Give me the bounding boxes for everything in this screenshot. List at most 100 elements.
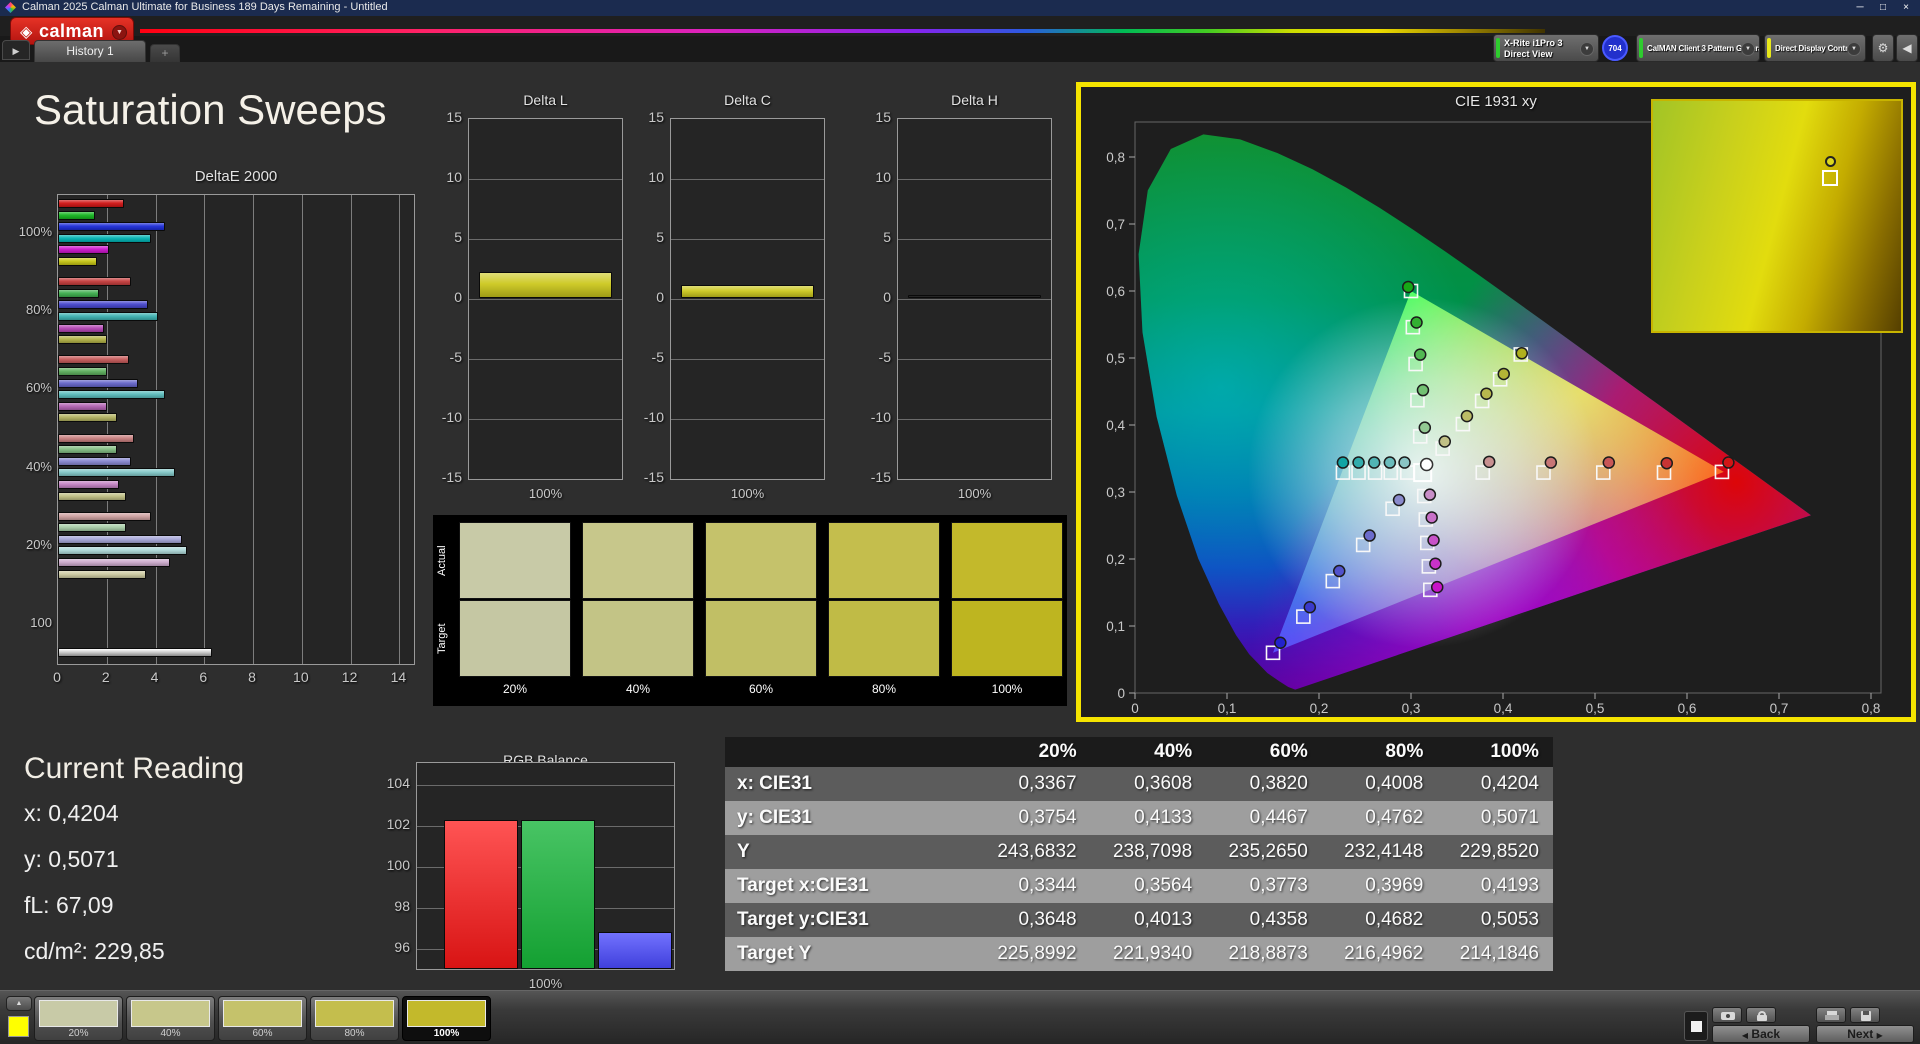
cie-measured-green-2 xyxy=(1417,385,1428,396)
pattern-button-20%[interactable]: 20% xyxy=(34,996,123,1041)
rgb-y-tick: 96 xyxy=(368,939,410,955)
stop-button[interactable] xyxy=(1684,1011,1708,1041)
table-cell: 216,4962 xyxy=(1322,937,1438,971)
tab-strip xyxy=(0,36,1920,62)
deltae-bar-100%-3 xyxy=(58,234,151,243)
rgb-y-tick: 104 xyxy=(368,775,410,791)
deltae-gridline xyxy=(107,195,108,664)
table-cell: 0,4008 xyxy=(1322,767,1438,801)
pattern-label: 20% xyxy=(35,1028,122,1039)
close-button[interactable]: × xyxy=(1895,0,1917,15)
deltae-bar-80%-4 xyxy=(58,324,104,333)
meter-mode: Direct View xyxy=(1504,49,1552,59)
lock-button[interactable] xyxy=(1746,1007,1776,1023)
table-cell: 0,4358 xyxy=(1206,903,1322,937)
cie-x-tick: 0,1 xyxy=(1218,701,1237,716)
cie-measured-magenta-4 xyxy=(1430,558,1441,569)
delta-gridline xyxy=(898,179,1051,180)
current-reading-line-1: y: 0,5071 xyxy=(24,846,119,873)
delta-chart-title: Delta C xyxy=(670,92,825,108)
source-selector[interactable]: CalMAN Client 3 Pattern Generator ▼ xyxy=(1636,34,1760,62)
table-cell: 0,5071 xyxy=(1437,801,1553,835)
delta-y-tick: -15 xyxy=(855,469,891,485)
delta-y-tick: 0 xyxy=(426,289,462,305)
deltae-bar-40%-4 xyxy=(58,480,119,489)
current-reading-line-0: x: 0,4204 xyxy=(24,800,119,827)
deltae-x-tick: 4 xyxy=(145,669,165,685)
display-control-selector[interactable]: Direct Display Control ▼ xyxy=(1764,34,1866,62)
cie-measured-blue-5 xyxy=(1275,637,1286,648)
comparator-actual-swatch-100% xyxy=(951,522,1063,599)
delta-gridline xyxy=(671,239,824,240)
print-button[interactable] xyxy=(1816,1007,1846,1023)
next-button[interactable]: Next ▶ xyxy=(1816,1025,1914,1043)
table-column-header: 60% xyxy=(1206,737,1322,767)
maximize-button[interactable]: □ xyxy=(1872,0,1894,15)
cie-y-tick: 0,4 xyxy=(1106,418,1125,433)
pattern-button-100%[interactable]: 100% xyxy=(402,996,491,1041)
comparator-row-label-actual: Actual xyxy=(436,530,452,592)
delta-gridline xyxy=(898,419,1051,420)
table-cell: 0,4193 xyxy=(1437,869,1553,903)
cie-measured-yellow-5 xyxy=(1516,348,1527,359)
delta-y-tick: 5 xyxy=(855,229,891,245)
cie-measured-magenta-1 xyxy=(1424,489,1435,500)
deltae-bar-40%-3 xyxy=(58,468,175,477)
save-button[interactable] xyxy=(1850,1007,1880,1023)
comparator-target-swatch-80% xyxy=(828,600,940,677)
cie-x-tick: 0,7 xyxy=(1770,701,1789,716)
table-cell: 221,9340 xyxy=(1091,937,1207,971)
camera-button[interactable] xyxy=(1712,1007,1742,1023)
table-cell: 235,2650 xyxy=(1206,835,1322,869)
cie-y-tick: 0,1 xyxy=(1106,619,1125,634)
comparator-column-label: 40% xyxy=(582,682,694,696)
delta-gridline xyxy=(898,359,1051,360)
deltae-bar-100%-1 xyxy=(58,211,95,220)
pattern-swatch xyxy=(223,1000,302,1027)
comparator-target-swatch-20% xyxy=(459,600,571,677)
delta-y-tick: 10 xyxy=(628,169,664,185)
deltae-bar-20%-1 xyxy=(58,523,126,532)
deltae-bar-20%-3 xyxy=(58,546,187,555)
pattern-button-40%[interactable]: 40% xyxy=(126,996,215,1041)
delta-x-label: 100% xyxy=(468,486,623,501)
pattern-label: 100% xyxy=(403,1028,490,1039)
deltae-gridline xyxy=(204,195,205,664)
table-header-row: 20%40%60%80%100% xyxy=(725,737,1553,767)
delta-chart-Delta-H xyxy=(897,118,1052,480)
meter-selector[interactable]: X-Rite i1Pro 3 Direct View ▼ xyxy=(1493,34,1599,62)
workspace: Saturation Sweeps DeltaE 2000 100%80%60%… xyxy=(0,62,1920,990)
expand-pattern-panel-button[interactable]: ▲ xyxy=(6,996,32,1011)
table-row: x: CIE310,33670,36080,38200,40080,4204 xyxy=(725,767,1553,801)
cie-y-tick: 0,8 xyxy=(1106,150,1125,165)
chevron-down-icon: ▼ xyxy=(1580,42,1594,56)
tab-history-1[interactable]: History 1 xyxy=(34,40,146,62)
cie-x-tick: 0,5 xyxy=(1586,701,1605,716)
delta-y-tick: 15 xyxy=(628,109,664,125)
window-title: Calman 2025 Calman Ultimate for Business… xyxy=(22,1,388,13)
cie-measured-red-2 xyxy=(1545,457,1556,468)
rgb-y-tick: 100 xyxy=(368,857,410,873)
settings-button[interactable]: ⚙ xyxy=(1872,34,1894,62)
collapse-panel-button[interactable]: ◀ xyxy=(1896,34,1918,62)
cie-measured-cyan-2 xyxy=(1384,457,1395,468)
back-button[interactable]: ◀ Back xyxy=(1712,1025,1810,1043)
table-row: Target Y225,8992221,9340218,8873216,4962… xyxy=(725,937,1553,971)
delta-y-tick: 5 xyxy=(628,229,664,245)
tab-scroll-button[interactable]: ▶ xyxy=(2,40,30,60)
deltae-x-tick: 6 xyxy=(193,669,213,685)
table-cell: 232,4148 xyxy=(1322,835,1438,869)
pattern-button-80%[interactable]: 80% xyxy=(310,996,399,1041)
cie-measured-yellow-2 xyxy=(1461,411,1472,422)
deltae-bar-20%-4 xyxy=(58,558,170,567)
pattern-bar: ▲ 20% 40%60%80% 100% ◀ Back Next ▶ xyxy=(0,990,1920,1044)
table-column-header: 100% xyxy=(1437,737,1553,767)
cie-x-tick: 0,3 xyxy=(1402,701,1421,716)
deltae-x-tick: 12 xyxy=(340,669,360,685)
add-tab-button[interactable]: + xyxy=(150,44,180,62)
pattern-button-60%[interactable]: 60% xyxy=(218,996,307,1041)
meter-badge[interactable]: 704 xyxy=(1602,35,1628,61)
minimize-button[interactable]: ─ xyxy=(1849,0,1871,15)
arrow-left-icon: ◀ xyxy=(1742,1031,1748,1040)
cie-measured-cyan-3 xyxy=(1369,457,1380,468)
